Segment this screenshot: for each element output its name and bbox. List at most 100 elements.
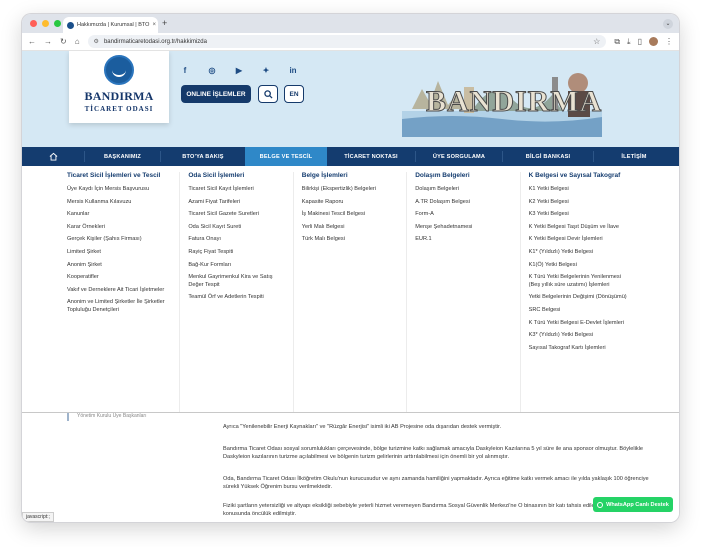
search-icon bbox=[263, 89, 273, 99]
menu-item[interactable]: SRC Belgesi bbox=[529, 307, 631, 315]
menu-item[interactable]: Kooperatifler bbox=[67, 274, 171, 282]
menu-item[interactable]: K1(Ö) Yetki Belgesi bbox=[529, 262, 631, 270]
minimize-window-button[interactable] bbox=[42, 20, 49, 27]
close-window-button[interactable] bbox=[30, 20, 37, 27]
youtube-icon[interactable]: ▶ bbox=[234, 66, 244, 75]
linkedin-icon[interactable]: in bbox=[288, 66, 298, 75]
menu-item[interactable]: Ticaret Sicil Kayıt İşlemleri bbox=[188, 186, 284, 194]
menu-item[interactable]: İş Makinesi Tescil Belgesi bbox=[302, 211, 398, 219]
menu-item[interactable]: K1* (Yıldızlı) Yetki Belgesi bbox=[529, 249, 631, 257]
status-bar-url: javascript:; bbox=[22, 512, 54, 522]
content-paragraph: Oda, Bandırma Ticaret Odası İlköğretim O… bbox=[223, 476, 649, 491]
menu-item[interactable]: K Türü Yetki Belgelerinin Yenilenmesi (B… bbox=[529, 274, 631, 289]
content-paragraph: Bandırma Ticaret Odası sosyal sorumluluk… bbox=[223, 446, 644, 461]
menu-item[interactable]: K Yetki Belgesi Devir İşlemleri bbox=[529, 236, 631, 244]
menu-item[interactable]: Oda Sicil Kayıt Sureti bbox=[188, 224, 284, 232]
menu-item[interactable]: Mersis Kullanma Kılavuzu bbox=[67, 199, 171, 207]
forward-arrow-icon[interactable]: → bbox=[44, 37, 52, 46]
menu-item[interactable]: Karar Örnekleri bbox=[67, 224, 171, 232]
search-button[interactable] bbox=[258, 85, 278, 103]
menu-item[interactable]: K Yetki Belgesi Taşıt Düşüm ve İlave bbox=[529, 224, 631, 232]
menu-item[interactable]: Dolaşım Belgeleri bbox=[415, 186, 511, 194]
site-info-icon[interactable]: ⚙ bbox=[94, 38, 99, 45]
sidebar-item[interactable]: Yönetim Kurulu Üye Başkanları bbox=[67, 413, 162, 421]
menu-column-title[interactable]: K Belgesi ve Sayısal Takograf bbox=[529, 172, 631, 179]
menu-item[interactable]: Türk Malı Belgesi bbox=[302, 236, 398, 244]
tab-search-chevron-icon[interactable]: ⌄ bbox=[663, 19, 673, 29]
nav-ticaret-noktasi[interactable]: TİCARET NOKTASI bbox=[327, 147, 415, 166]
menu-item[interactable]: Menşe Şehadetnamesi bbox=[415, 224, 511, 232]
mega-menu: Ticaret Sicil İşlemleri ve Tescil Üye Ka… bbox=[22, 166, 679, 412]
menu-column-title[interactable]: Ticaret Sicil İşlemleri ve Tescil bbox=[67, 172, 171, 179]
profile-avatar[interactable] bbox=[649, 37, 658, 46]
whatsapp-support-button[interactable]: WhatsApp Canlı Destek bbox=[593, 497, 673, 512]
twitter-icon[interactable]: ✦ bbox=[261, 66, 271, 75]
nav-uye-sorgulama[interactable]: ÜYE SORGULAMA bbox=[416, 147, 502, 166]
menu-item[interactable]: K Türü Yetki Belgesi E-Devlet İşlemleri bbox=[529, 320, 631, 328]
menu-item[interactable]: K3* (Yıldızlı) Yetki Belgesi bbox=[529, 332, 631, 340]
menu-item[interactable]: Kanunlar bbox=[67, 211, 171, 219]
browser-tab[interactable]: Hakkımızda | Kurumsal | BTO × bbox=[63, 17, 158, 33]
nav-btoya-bakis[interactable]: BTO'YA BAKIŞ bbox=[161, 147, 245, 166]
maximize-window-button[interactable] bbox=[54, 20, 61, 27]
logo-emblem-icon bbox=[104, 55, 134, 85]
new-tab-button[interactable]: + bbox=[162, 18, 167, 28]
nav-baskanimiz[interactable]: BAŞKANIMIZ bbox=[85, 147, 160, 166]
home-icon[interactable]: ⌂ bbox=[75, 37, 80, 46]
menu-item[interactable]: Anonim Şirket bbox=[67, 262, 171, 270]
menu-item[interactable]: Sayısal Takograf Kartı İşlemleri bbox=[529, 345, 631, 353]
menu-item[interactable]: Kapasite Raporu bbox=[302, 199, 398, 207]
menu-item[interactable]: Ticaret Sicil Gazete Suretleri bbox=[188, 211, 284, 219]
menu-column-title[interactable]: Oda Sicil İşlemleri bbox=[188, 172, 284, 179]
menu-item[interactable]: Yetki Belgelerinin Değişimi (Dönüşümü) bbox=[529, 294, 631, 302]
instagram-icon[interactable]: ◎ bbox=[207, 66, 217, 75]
logo-title: BANDIRMA bbox=[84, 89, 154, 103]
menu-item[interactable]: K2 Yetki Belgesi bbox=[529, 199, 631, 207]
browser-menu-icon[interactable]: ⋮ bbox=[665, 37, 673, 46]
menu-item[interactable]: Anonim ve Limited Şirketler İle Şirketle… bbox=[67, 299, 171, 314]
menu-item[interactable]: Form-A bbox=[415, 211, 511, 219]
site-header: BANDIRMA TİCARET ODASI f ◎ ▶ ✦ in ONLINE… bbox=[22, 51, 679, 147]
menu-item[interactable]: A.TR Dolaşım Belgesi bbox=[415, 199, 511, 207]
menu-item[interactable]: Yerli Malı Belgesi bbox=[302, 224, 398, 232]
menu-item[interactable]: EUR.1 bbox=[415, 236, 511, 244]
menu-item[interactable]: K3 Yetki Belgesi bbox=[529, 211, 631, 219]
nav-iletisim[interactable]: İLETİŞİM bbox=[594, 147, 674, 166]
menu-item[interactable]: Rayiç Fiyat Tespiti bbox=[188, 249, 284, 257]
menu-item[interactable]: Menkul Gayrimenkul Kira ve Satış Değer T… bbox=[188, 274, 284, 289]
download-icon[interactable]: ⤓ bbox=[627, 37, 631, 47]
url-text: bandirmaticaretodasi.org.tr/hakkimizda bbox=[103, 38, 207, 45]
menu-column-belge-islemleri: Belge İşlemleri Bilirkişi (Ekspertizlik)… bbox=[294, 172, 408, 412]
menu-item[interactable]: Teamül Örf ve Adetlerin Tespiti bbox=[188, 294, 284, 302]
menu-column-title[interactable]: Belge İşlemleri bbox=[302, 172, 398, 179]
back-arrow-icon[interactable]: ← bbox=[28, 37, 36, 46]
address-bar[interactable]: ⚙ bandirmaticaretodasi.org.tr/hakkimizda… bbox=[87, 35, 607, 48]
menu-item[interactable]: Gerçek Kişiler (Şahıs Firması) bbox=[67, 236, 171, 244]
reload-icon[interactable]: ↻ bbox=[60, 37, 67, 46]
nav-home[interactable] bbox=[22, 147, 84, 166]
tab-close-icon[interactable]: × bbox=[152, 22, 156, 28]
menu-item[interactable]: Azami Fiyat Tarifeleri bbox=[188, 199, 284, 207]
menu-item[interactable]: Limited Şirket bbox=[67, 249, 171, 257]
nav-bilgi-bankasi[interactable]: BİLGİ BANKASI bbox=[503, 147, 593, 166]
menu-item[interactable]: Vakıf ve Derneklere Ait Ticari İşletmele… bbox=[67, 287, 171, 295]
language-button[interactable]: EN bbox=[284, 85, 304, 103]
site-logo[interactable]: BANDIRMA TİCARET ODASI bbox=[69, 51, 169, 123]
nav-belge-ve-tescil[interactable]: BELGE VE TESCİL bbox=[245, 147, 327, 166]
bookmark-star-icon[interactable]: ☆ bbox=[593, 37, 600, 46]
tab-strip: Hakkımızda | Kurumsal | BTO × + ⌄ bbox=[22, 14, 679, 33]
browser-toolbar: ← → ↻ ⌂ ⚙ bandirmaticaretodasi.org.tr/ha… bbox=[22, 33, 679, 51]
menu-column-title[interactable]: Dolaşım Belgeleri bbox=[415, 172, 511, 179]
menu-item[interactable]: Üye Kaydı İçin Mersis Başvurusu bbox=[67, 186, 171, 194]
menu-item[interactable]: Bağ-Kur Formları bbox=[188, 262, 284, 270]
menu-item[interactable]: Bilirkişi (Ekspertizlik) Belgeleri bbox=[302, 186, 398, 194]
online-operations-button[interactable]: ONLINE İŞLEMLER bbox=[181, 85, 251, 103]
menu-item[interactable]: Fatura Onayı bbox=[188, 236, 284, 244]
side-panel-icon[interactable]: ▯ bbox=[638, 37, 642, 46]
extensions-icon[interactable]: ⧉ bbox=[614, 37, 620, 47]
tab-title: Hakkımızda | Kurumsal | BTO bbox=[77, 22, 150, 28]
banner-title: BANDIRMA bbox=[426, 85, 602, 118]
content-paragraph: Ayrıca "Yenilenebilir Enerji Kaynakları"… bbox=[223, 424, 502, 430]
menu-item[interactable]: K1 Yetki Belgesi bbox=[529, 186, 631, 194]
facebook-icon[interactable]: f bbox=[180, 66, 190, 75]
